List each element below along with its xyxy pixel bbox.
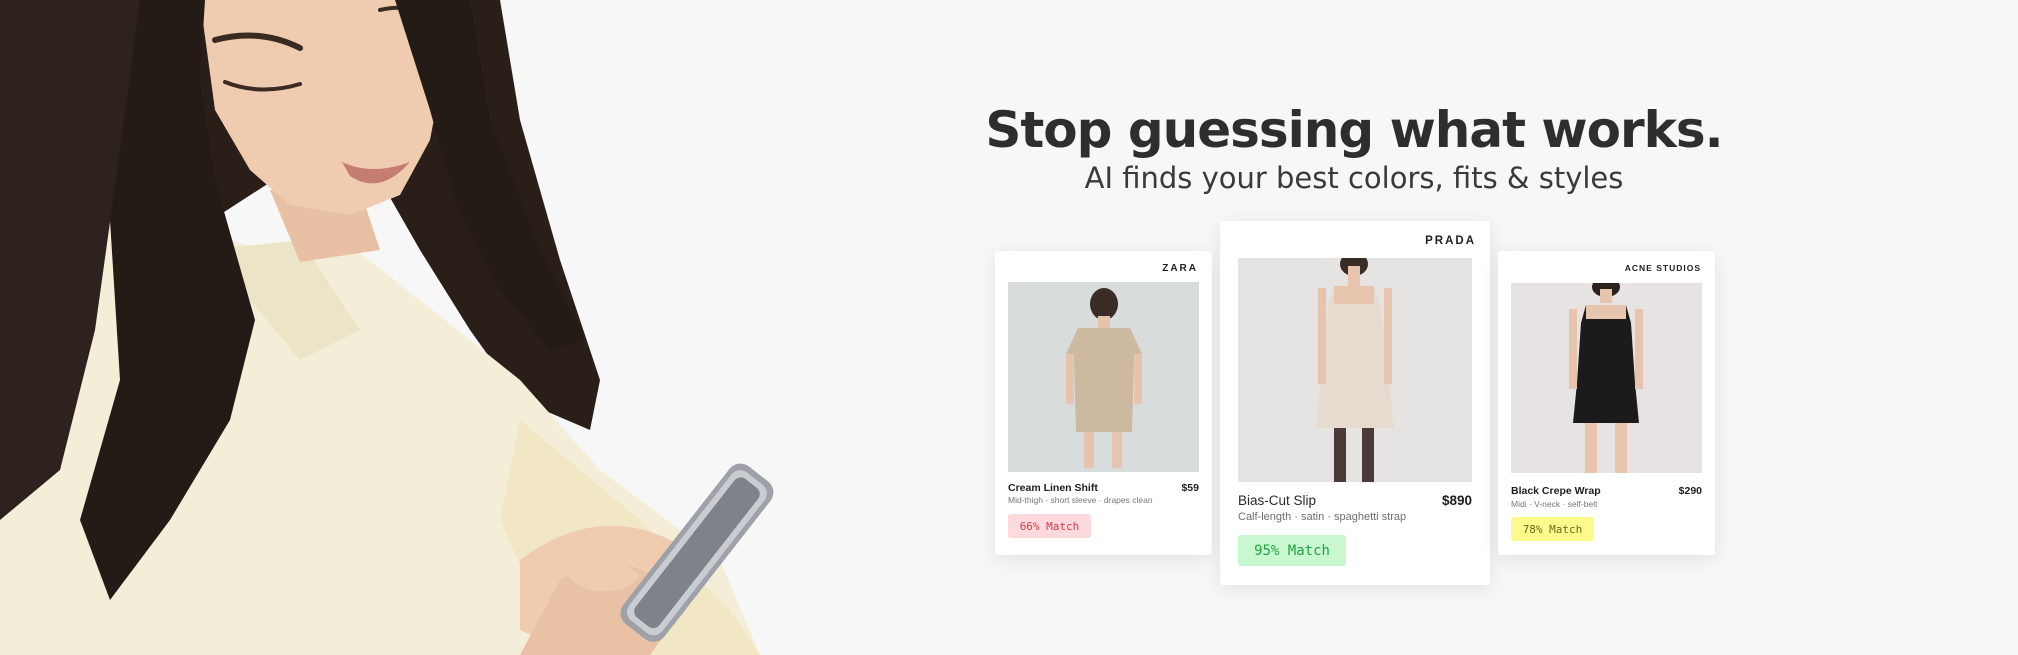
product-name: Black Crepe Wrap: [1511, 485, 1601, 497]
product-price: $59: [1181, 482, 1199, 494]
match-badge: 66% Match: [1008, 514, 1091, 538]
match-badge: 95% Match: [1238, 535, 1346, 566]
product-description: Midi · V-neck · self-belt: [1511, 499, 1598, 509]
headline-block: Stop guessing what works. AI finds your …: [950, 98, 1758, 198]
brand-label: PRADA: [1425, 235, 1476, 247]
product-card-zara[interactable]: ZARA Cream Linen Shift $59 Mid-thigh · s…: [995, 251, 1212, 555]
product-card-prada[interactable]: PRADA Bias-Cut Slip $890 Calf-length · s…: [1220, 221, 1490, 585]
brand-label: ZARA: [1162, 263, 1198, 274]
brand-label: ACNE STUDIOS: [1624, 263, 1701, 273]
headline-subtitle: AI finds your best colors, fits & styles: [1084, 161, 1624, 195]
hero-image: [0, 0, 780, 655]
product-card-acne-studios[interactable]: ACNE STUDIOS Black Crepe Wrap $290 Midi …: [1498, 251, 1715, 555]
product-photo: [1511, 283, 1702, 473]
woman-with-phone-illustration: [0, 0, 774, 655]
product-price: $290: [1678, 485, 1702, 497]
product-photo: [1008, 282, 1199, 472]
product-name: Cream Linen Shift: [1008, 482, 1098, 494]
product-price: $890: [1441, 493, 1472, 508]
product-photo: [1238, 258, 1472, 482]
product-description: Calf-length · satin · spaghetti strap: [1238, 511, 1407, 523]
product-description: Mid-thigh · short sleeve · drapes clean: [1008, 495, 1153, 505]
headline-title: Stop guessing what works.: [985, 101, 1723, 159]
product-name: Bias-Cut Slip: [1238, 493, 1317, 508]
match-badge: 78% Match: [1511, 517, 1594, 541]
